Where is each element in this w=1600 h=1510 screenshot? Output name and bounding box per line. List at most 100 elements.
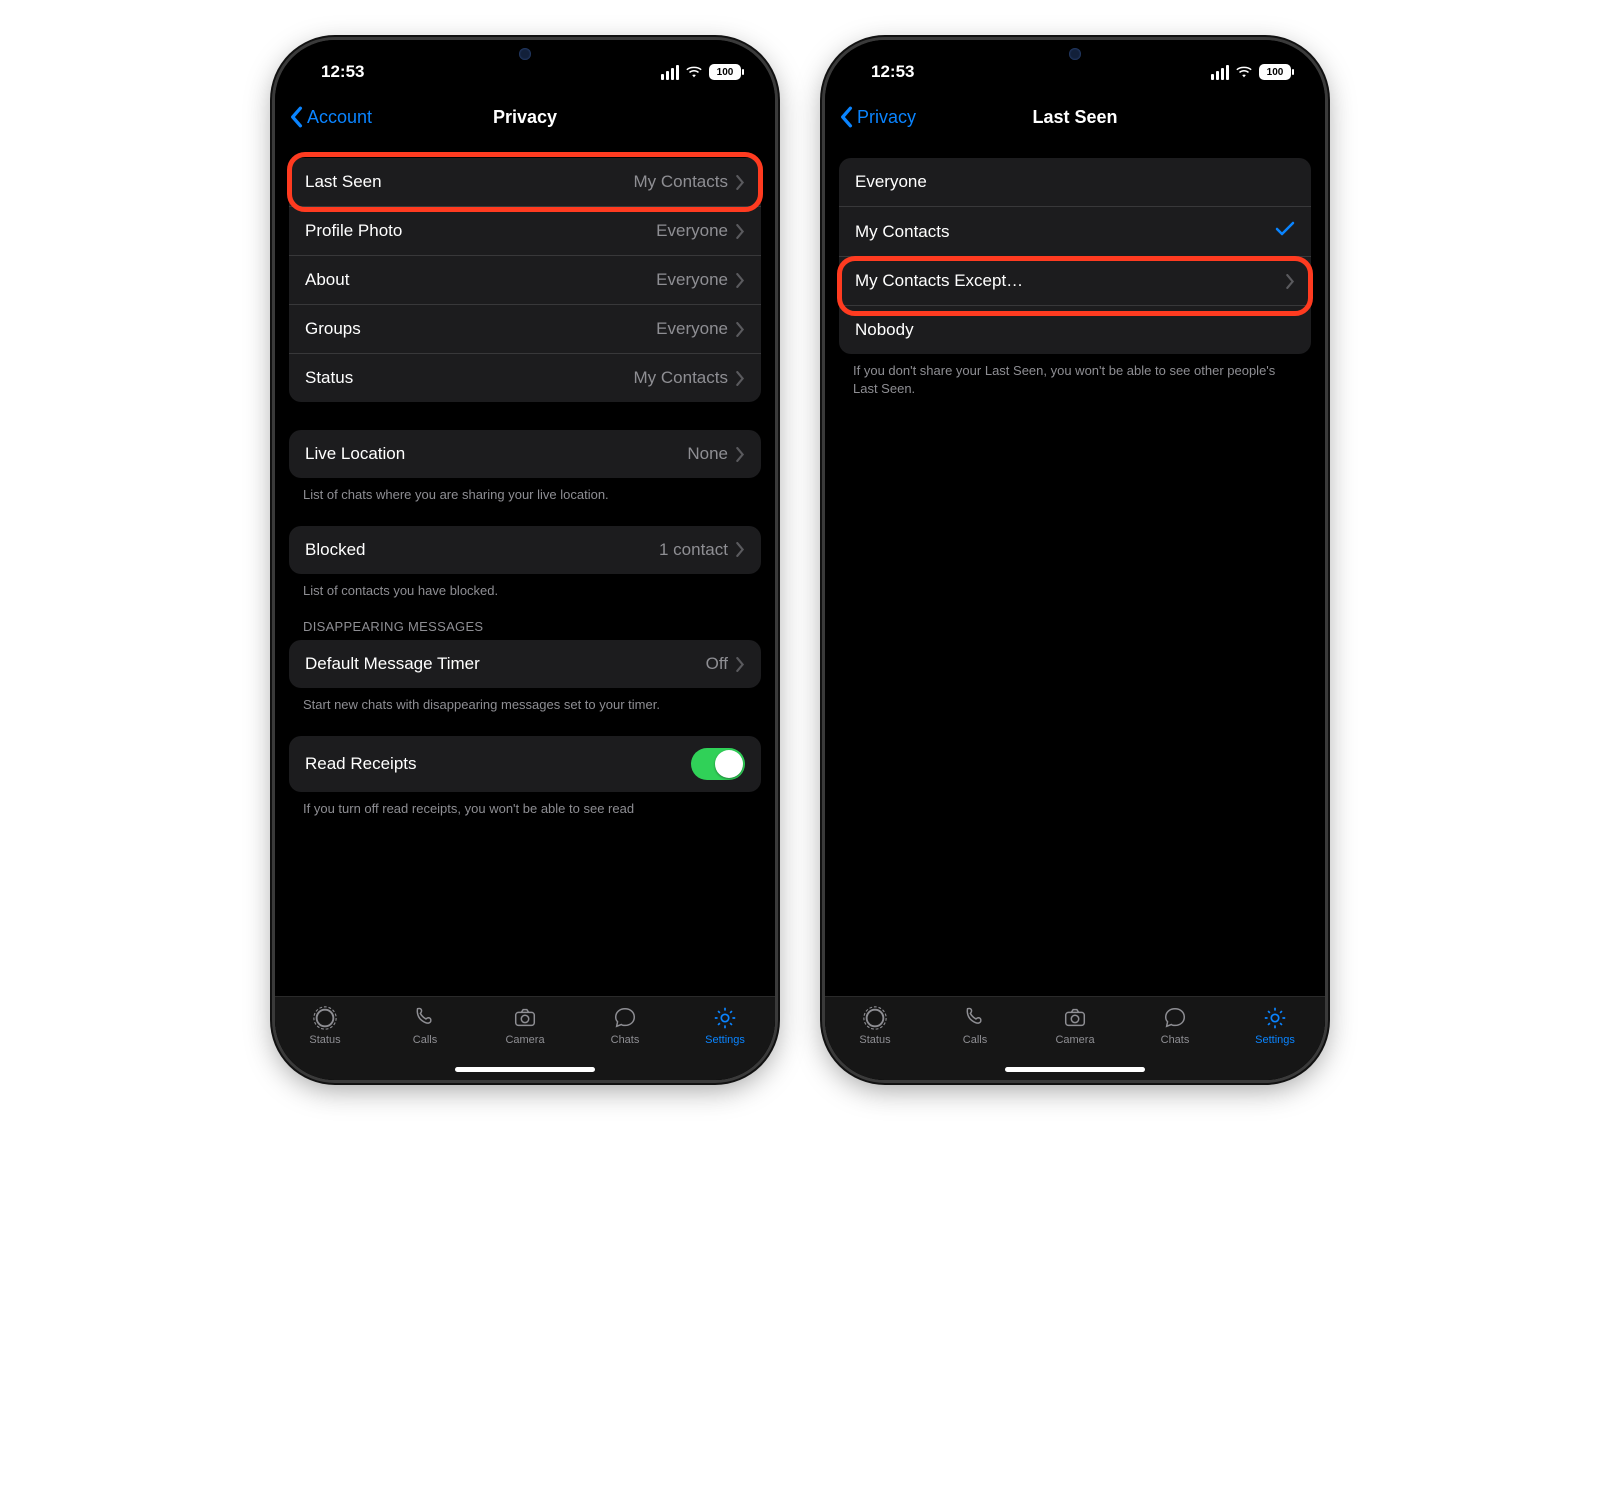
privacy-content: Last Seen My Contacts Profile Photo Ever…: [275, 142, 775, 996]
option-my-contacts[interactable]: My Contacts: [839, 207, 1311, 257]
row-label: Groups: [305, 319, 361, 339]
tab-calls[interactable]: Calls: [390, 1005, 460, 1046]
row-label: Blocked: [305, 540, 365, 560]
option-label: Nobody: [855, 320, 914, 340]
chevron-right-icon: [736, 657, 745, 672]
tab-status[interactable]: Status: [840, 1005, 910, 1046]
row-blocked[interactable]: Blocked 1 contact: [289, 526, 761, 574]
tab-label: Calls: [963, 1034, 987, 1046]
row-groups[interactable]: Groups Everyone: [289, 305, 761, 354]
row-value: Everyone: [656, 221, 728, 241]
camera-icon: [511, 1005, 539, 1031]
row-value: My Contacts: [634, 172, 728, 192]
tab-chats[interactable]: Chats: [590, 1005, 660, 1046]
chevron-right-icon: [736, 224, 745, 239]
wifi-icon: [1235, 65, 1253, 79]
battery-level: 100: [717, 67, 734, 78]
read-receipts-footer: If you turn off read receipts, you won't…: [275, 792, 775, 818]
tab-settings[interactable]: Settings: [690, 1005, 760, 1046]
status-time: 12:53: [865, 62, 914, 82]
tab-label: Settings: [1255, 1034, 1295, 1046]
tab-label: Calls: [413, 1034, 437, 1046]
live-location-group: Live Location None: [289, 430, 761, 478]
row-label: Read Receipts: [305, 754, 417, 774]
disappearing-header: DISAPPEARING MESSAGES: [275, 599, 775, 640]
phone-icon: [411, 1005, 439, 1031]
screen-left: 12:53 100 Account Privacy Last Seen My C…: [275, 40, 775, 1080]
row-label: Default Message Timer: [305, 654, 480, 674]
row-read-receipts[interactable]: Read Receipts: [289, 736, 761, 792]
tab-camera[interactable]: Camera: [490, 1005, 560, 1046]
home-indicator[interactable]: [1005, 1067, 1145, 1072]
tab-chats[interactable]: Chats: [1140, 1005, 1210, 1046]
notch: [990, 40, 1160, 72]
option-nobody[interactable]: Nobody: [839, 306, 1311, 354]
option-label: My Contacts: [855, 222, 949, 242]
toggle-knob: [715, 750, 743, 778]
battery-indicator: 100: [709, 64, 741, 80]
page-title: Privacy: [493, 107, 557, 128]
tab-label: Camera: [1055, 1034, 1094, 1046]
screen-right: 12:53 100 Privacy Last Seen Everyone M: [825, 40, 1325, 1080]
row-label: Status: [305, 368, 353, 388]
read-receipts-group: Read Receipts: [289, 736, 761, 792]
row-label: Profile Photo: [305, 221, 402, 241]
row-live-location[interactable]: Live Location None: [289, 430, 761, 478]
phone-frame-right: 12:53 100 Privacy Last Seen Everyone M: [825, 40, 1325, 1080]
privacy-main-group: Last Seen My Contacts Profile Photo Ever…: [289, 158, 761, 402]
chevron-right-icon: [736, 175, 745, 190]
chevron-right-icon: [736, 542, 745, 557]
chevron-right-icon: [736, 322, 745, 337]
chevron-left-icon: [839, 106, 853, 128]
last-seen-footer: If you don't share your Last Seen, you w…: [825, 354, 1325, 397]
option-my-contacts-except[interactable]: My Contacts Except…: [839, 257, 1311, 306]
back-button[interactable]: Account: [289, 106, 372, 128]
read-receipts-toggle[interactable]: [691, 748, 745, 780]
tab-status[interactable]: Status: [290, 1005, 360, 1046]
status-ring-icon: [861, 1005, 889, 1031]
row-last-seen[interactable]: Last Seen My Contacts: [289, 158, 761, 207]
front-camera-icon: [1069, 48, 1081, 60]
option-everyone[interactable]: Everyone: [839, 158, 1311, 207]
tab-label: Status: [859, 1034, 890, 1046]
tab-camera[interactable]: Camera: [1040, 1005, 1110, 1046]
chat-bubble-icon: [611, 1005, 639, 1031]
tab-label: Chats: [1161, 1034, 1190, 1046]
tab-label: Settings: [705, 1034, 745, 1046]
row-status[interactable]: Status My Contacts: [289, 354, 761, 402]
row-about[interactable]: About Everyone: [289, 256, 761, 305]
row-value: None: [687, 444, 728, 464]
disappearing-group: Default Message Timer Off: [289, 640, 761, 688]
row-value: 1 contact: [659, 540, 728, 560]
nav-bar: Account Privacy: [275, 92, 775, 142]
live-location-footer: List of chats where you are sharing your…: [275, 478, 775, 504]
tab-bar: Status Calls Camera Chats Settings: [825, 996, 1325, 1080]
camera-icon: [1061, 1005, 1089, 1031]
home-indicator[interactable]: [455, 1067, 595, 1072]
gear-icon: [711, 1005, 739, 1031]
row-value: Off: [706, 654, 728, 674]
default-timer-footer: Start new chats with disappearing messag…: [275, 688, 775, 714]
status-indicators: 100: [661, 64, 741, 80]
status-indicators: 100: [1211, 64, 1291, 80]
battery-indicator: 100: [1259, 64, 1291, 80]
phone-icon: [961, 1005, 989, 1031]
row-default-timer[interactable]: Default Message Timer Off: [289, 640, 761, 688]
back-label: Privacy: [857, 107, 916, 128]
tab-label: Chats: [611, 1034, 640, 1046]
chevron-right-icon: [736, 273, 745, 288]
tab-calls[interactable]: Calls: [940, 1005, 1010, 1046]
row-profile-photo[interactable]: Profile Photo Everyone: [289, 207, 761, 256]
battery-level: 100: [1267, 67, 1284, 78]
tab-settings[interactable]: Settings: [1240, 1005, 1310, 1046]
row-label: Live Location: [305, 444, 405, 464]
cellular-signal-icon: [1211, 65, 1229, 80]
blocked-footer: List of contacts you have blocked.: [275, 574, 775, 600]
tab-bar: Status Calls Camera Chats Settings: [275, 996, 775, 1080]
chevron-right-icon: [736, 447, 745, 462]
last-seen-options-group: Everyone My Contacts My Contacts Except……: [839, 158, 1311, 354]
chevron-right-icon: [736, 371, 745, 386]
back-label: Account: [307, 107, 372, 128]
nav-bar: Privacy Last Seen: [825, 92, 1325, 142]
back-button[interactable]: Privacy: [839, 106, 916, 128]
